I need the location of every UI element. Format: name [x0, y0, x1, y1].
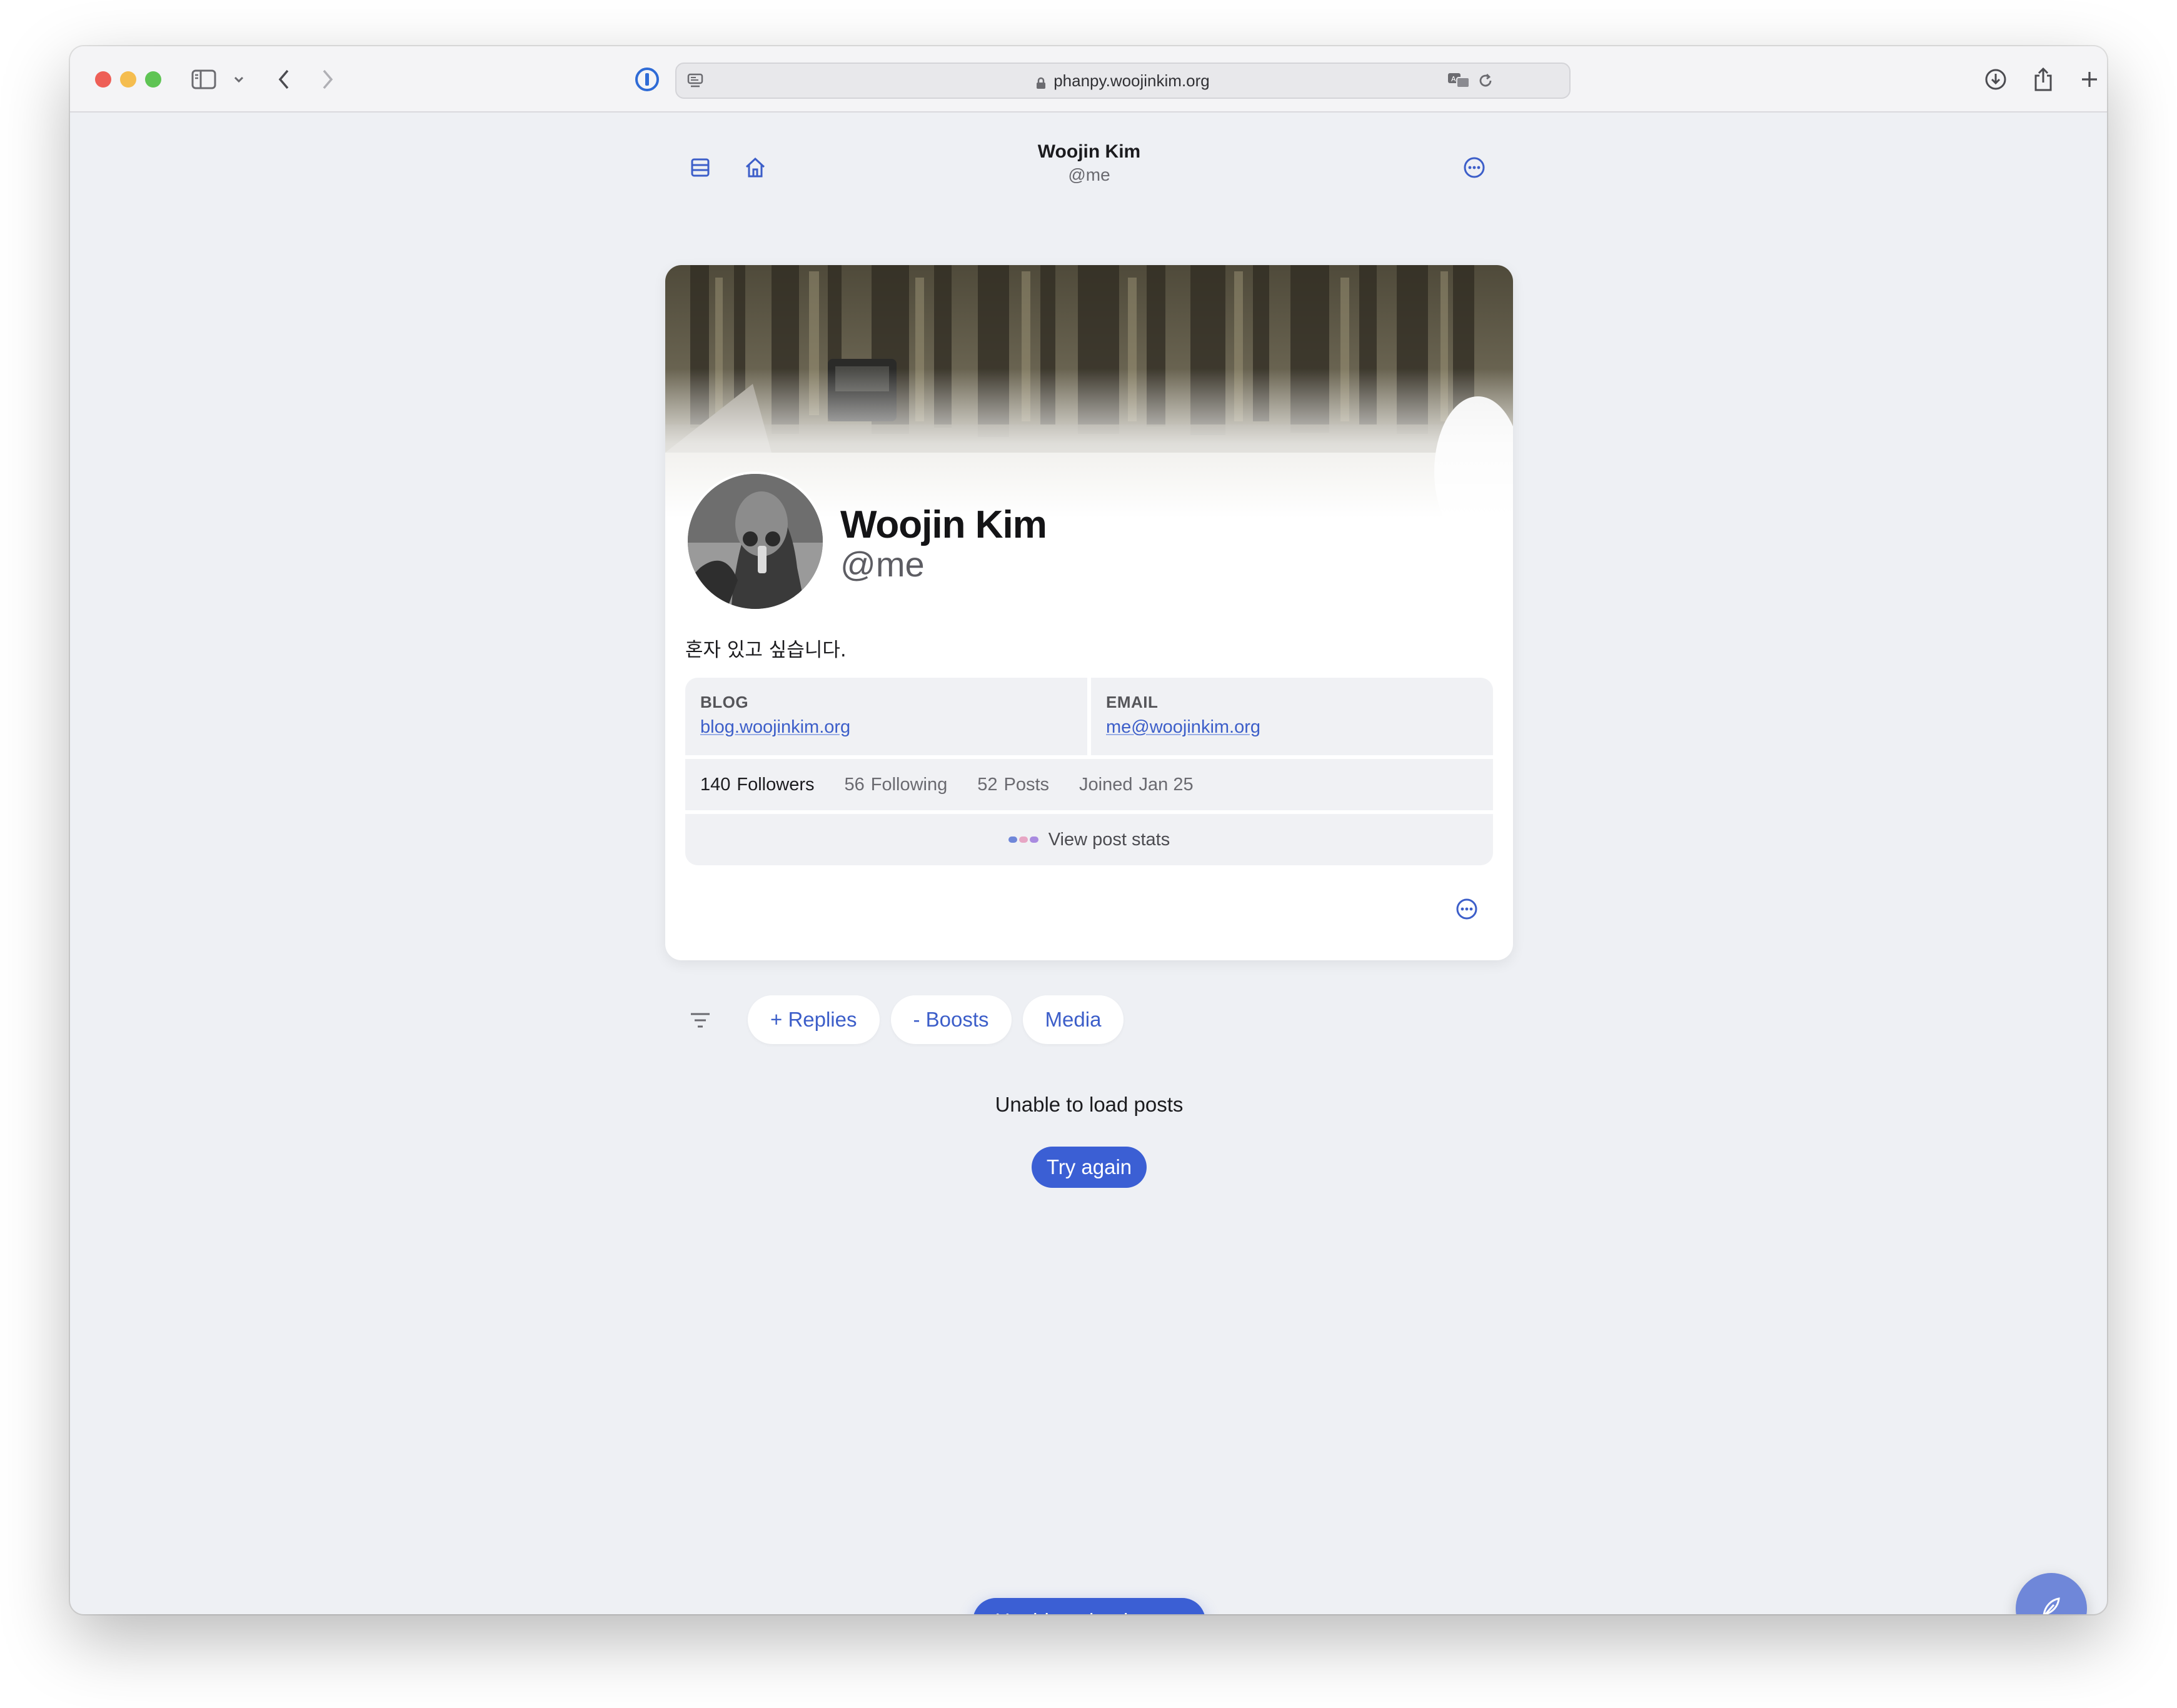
email-link[interactable]: me@woojinkim.org — [1106, 717, 1478, 738]
back-icon[interactable] — [271, 61, 296, 98]
joined-stat: Joined Jan 25 — [1079, 774, 1194, 795]
profile-more-icon[interactable] — [1450, 893, 1483, 925]
page-subtitle: @me — [1068, 165, 1110, 184]
minimize-window-button[interactable] — [120, 71, 136, 88]
page-title: Woojin Kim — [1037, 141, 1141, 162]
profile-handle: @me — [840, 545, 925, 584]
posts-stat[interactable]: 52 Posts — [977, 775, 1049, 795]
zoom-window-button[interactable] — [145, 71, 161, 88]
forward-icon[interactable] — [315, 61, 340, 98]
new-tab-icon[interactable] — [2076, 61, 2103, 98]
profile-field-blog: BLOG blog.woojinkim.org — [685, 678, 1087, 755]
error-message: Unable to load posts — [995, 1093, 1184, 1116]
profile-bio: 혼자 있고 싶습니다. — [685, 639, 847, 661]
more-icon[interactable] — [1457, 150, 1492, 185]
translate-icon[interactable]: A — [1445, 64, 1473, 98]
profile-page: Woojin Kim @me Woojin Kim @me 혼자 있고 싶습니다… — [70, 113, 2107, 1614]
try-again-button[interactable]: Try again — [1032, 1147, 1147, 1188]
share-icon[interactable] — [2029, 61, 2057, 98]
address-bar[interactable]: phanpy.woojinkim.org A — [675, 63, 1571, 99]
profile-fields: BLOG blog.woojinkim.org EMAIL me@woojink… — [685, 678, 1493, 755]
profile-card: Woojin Kim @me 혼자 있고 싶습니다. BLOG blog.woo… — [665, 265, 1513, 960]
svg-text:A: A — [1451, 75, 1456, 83]
avatar[interactable] — [685, 471, 825, 611]
field-label: EMAIL — [1106, 693, 1159, 711]
error-toast[interactable]: Unable to load posts — [973, 1598, 1205, 1614]
view-post-stats-button[interactable]: View post stats — [685, 814, 1493, 865]
download-icon[interactable] — [1982, 61, 2009, 98]
password-manager-icon[interactable] — [633, 61, 661, 98]
compose-button[interactable] — [2016, 1573, 2087, 1614]
followers-stat[interactable]: 140 Followers — [700, 775, 814, 795]
profile-stats: 140 Followers 56 Following 52 Posts Joined J… — [685, 759, 1493, 810]
replies-filter-chip[interactable]: + Replies — [748, 995, 880, 1044]
profile-header: Woojin Kim @me — [665, 113, 1513, 200]
profile-field-email: EMAIL me@woojinkim.org — [1091, 678, 1493, 755]
browser-toolbar: phanpy.woojinkim.org A — [70, 46, 2107, 113]
reload-icon[interactable] — [1474, 64, 1497, 98]
url-text: phanpy.woojinkim.org — [1053, 71, 1210, 90]
feather-icon — [2038, 1594, 2065, 1614]
filter-icon[interactable] — [686, 1008, 714, 1033]
post-stats-icon — [1008, 836, 1038, 843]
blog-link[interactable]: blog.woojinkim.org — [700, 717, 1072, 738]
media-filter-chip[interactable]: Media — [1022, 995, 1124, 1044]
post-filters: + Replies - Boosts Media — [748, 995, 1124, 1045]
browser-window: phanpy.woojinkim.org A Woojin Kim @me Wo… — [70, 46, 2107, 1614]
view-post-stats-label: View post stats — [1048, 829, 1170, 850]
chevron-down-icon[interactable] — [231, 61, 246, 98]
profile-name: Woojin Kim — [840, 503, 1047, 546]
boosts-filter-chip[interactable]: - Boosts — [890, 995, 1012, 1044]
lock-icon — [1036, 74, 1046, 89]
following-stat[interactable]: 56 Following — [844, 775, 947, 795]
field-label: BLOG — [700, 693, 749, 711]
sidebar-icon[interactable] — [190, 61, 218, 98]
close-window-button[interactable] — [95, 71, 111, 88]
